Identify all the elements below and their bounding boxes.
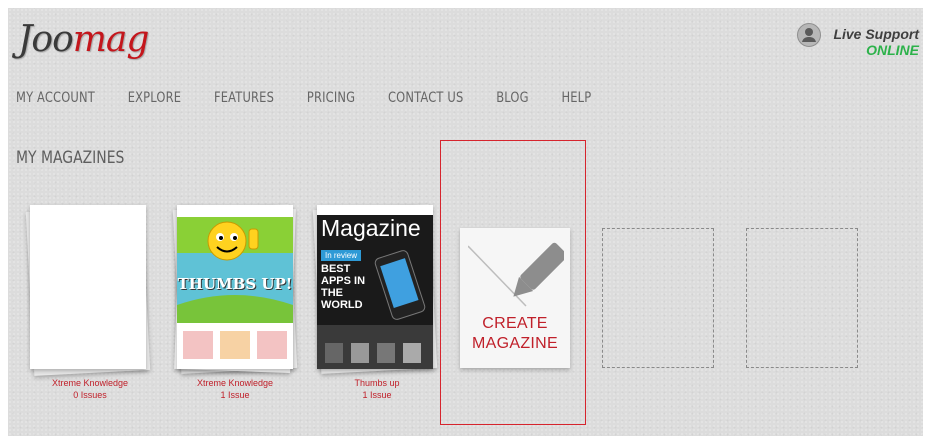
create-label-line2: MAGAZINE [472, 335, 558, 352]
magazine-issues: 1 Issue [362, 390, 392, 400]
section-title: MY MAGAZINES [16, 148, 125, 168]
live-support-label: Live Support [833, 26, 919, 42]
nav-contact-us[interactable]: CONTACT US [388, 90, 463, 110]
magazine-issues: 0 Issues [73, 390, 107, 400]
nav-my-account[interactable]: MY ACCOUNT [16, 90, 95, 110]
magazine-title: Thumbs up [354, 378, 400, 388]
pencil-icon [467, 238, 568, 315]
magazine-card[interactable]: THUMBS UP! Xtreme Knowledge 1 Issue [165, 204, 305, 405]
empty-magazine-slot [746, 228, 858, 368]
magazine-title: Xtreme Knowledge [51, 378, 129, 388]
create-magazine-button[interactable]: CREATE MAGAZINE [460, 228, 570, 368]
joomag-logo[interactable]: Joomag [18, 19, 150, 60]
user-icon [797, 23, 822, 47]
main-nav: MY ACCOUNT EXPLORE FEATURES PRICING CONT… [16, 90, 624, 110]
magazine-cover[interactable]: Magazine In review BEST APPS IN THE WORL… [317, 205, 433, 369]
magazine-issues: 1 Issue [220, 390, 250, 400]
magazine-card[interactable]: Magazine In review BEST APPS IN THE WORL… [307, 204, 447, 405]
magazine-caption[interactable]: Xtreme Knowledge 1 Issue [165, 377, 305, 401]
empty-magazine-slot [602, 228, 714, 368]
magazine-caption[interactable]: Thumbs up 1 Issue [307, 377, 447, 401]
magazine-title: Xtreme Knowledge [196, 378, 274, 388]
magazine-caption[interactable]: Xtreme Knowledge 0 Issues [20, 377, 160, 401]
phone-cover-art [325, 250, 426, 363]
nav-features[interactable]: FEATURES [214, 90, 274, 110]
nav-explore[interactable]: EXPLORE [128, 90, 181, 110]
live-support[interactable]: Live Support ONLINE [797, 23, 919, 58]
live-support-status: ONLINE [866, 42, 919, 58]
cover-headline: THUMBS UP! [177, 275, 293, 293]
create-magazine-label: CREATE MAGAZINE [460, 314, 570, 354]
logo-part-1: Joo [18, 19, 74, 60]
nav-help[interactable]: HELP [561, 90, 591, 110]
nav-pricing[interactable]: PRICING [307, 90, 355, 110]
create-label-line1: CREATE [482, 315, 548, 332]
nav-blog[interactable]: BLOG [496, 90, 528, 110]
logo-part-2: mag [72, 19, 150, 60]
magazine-card[interactable]: Xtreme Knowledge 0 Issues [20, 205, 160, 405]
magazine-cover[interactable]: THUMBS UP! [177, 205, 293, 369]
magazine-cover[interactable] [30, 205, 146, 369]
